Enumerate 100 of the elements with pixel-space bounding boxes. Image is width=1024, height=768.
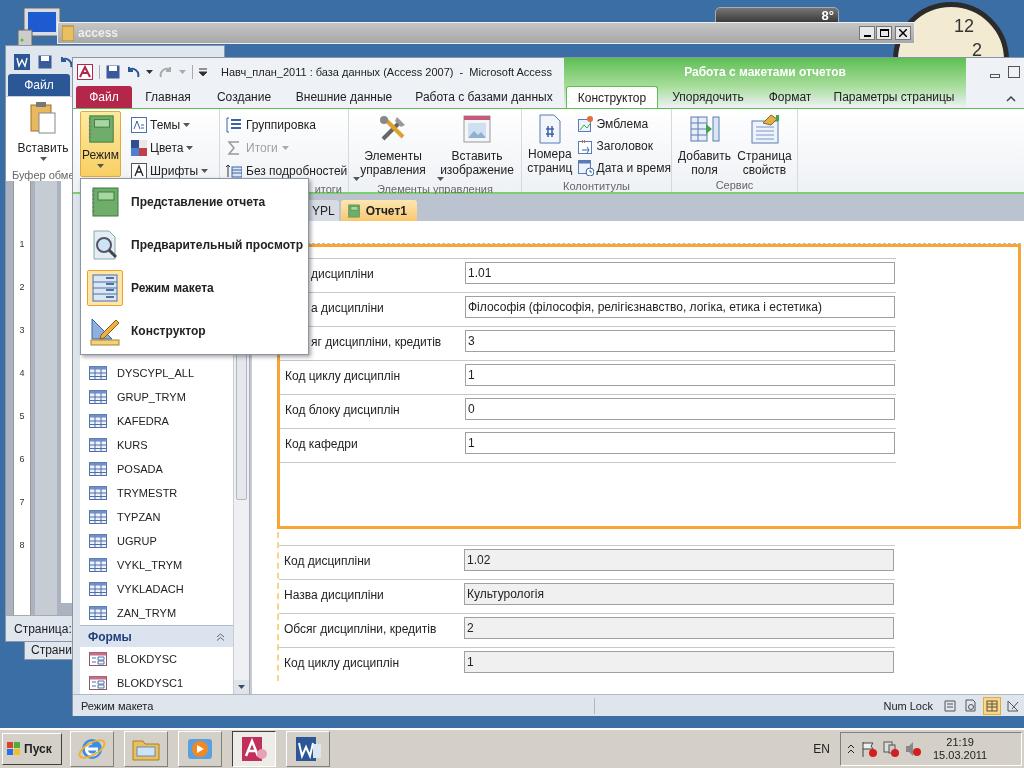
view-mode-button[interactable]: Режим [80, 111, 121, 177]
navigation-item[interactable]: ZAN_TRYM [80, 601, 233, 625]
navigation-item[interactable]: DYSCYPL_ALL [80, 361, 233, 385]
table-icon [89, 534, 107, 548]
group-header[interactable]: Формы [80, 625, 233, 647]
header-footer-button[interactable]: Эмблема [577, 113, 671, 134]
menu-item[interactable]: Представление отчета [81, 180, 308, 224]
ribbon-tab[interactable]: Работа с базами данных [404, 86, 564, 108]
window-title: Навч_план_2011 : база данных (Access 2007) - Microsoft Access [221, 64, 552, 80]
preview-view-icon [964, 699, 978, 713]
table-icon [89, 366, 107, 380]
theme-button[interactable]: Цвета [131, 137, 219, 158]
menu-item[interactable]: Предварительный просмотр [81, 223, 308, 267]
menu-item[interactable]: Конструктор [81, 309, 308, 353]
close-button[interactable] [895, 26, 911, 40]
field-label: а дисципліни [310, 300, 385, 317]
temperature-text: 8° [821, 8, 834, 24]
field-value: 1 [465, 432, 895, 454]
customize-icon [199, 68, 207, 76]
group-label: итоги [314, 182, 342, 197]
field-label: Код дисципліни [283, 553, 372, 570]
logo-icon [577, 115, 594, 132]
maximize-button[interactable] [876, 26, 892, 40]
ribbon-button[interactable]: Добавить поля [675, 113, 734, 177]
layout-view-icon [985, 699, 999, 713]
caret-icon [201, 168, 209, 173]
navigation-item[interactable]: GRUP_TRYM [80, 385, 233, 409]
document-tab[interactable]: Отчет1 [340, 200, 417, 221]
ribbon-tab[interactable]: Внешние данные [284, 86, 404, 108]
caret-icon [183, 122, 191, 127]
taskbar-app-button[interactable] [232, 731, 276, 767]
table-icon [89, 414, 107, 428]
minimize-button[interactable] [859, 26, 875, 40]
save-icon [38, 54, 52, 69]
ribbon-tab[interactable]: Упорядочить [658, 86, 758, 108]
ribbon-button[interactable]: Страница свойств [735, 113, 794, 177]
ribbon-button[interactable]: Элементы управления [353, 113, 433, 181]
field-label: Код циклу дисциплін [283, 655, 401, 672]
page-numbers-button[interactable]: Номера страниц [526, 113, 574, 178]
field-value: 2 [464, 617, 894, 639]
clipboard-icon [29, 101, 57, 135]
add-fields-icon [688, 113, 721, 145]
caret-icon [353, 177, 360, 181]
navigation-item[interactable]: VYKLADACH [80, 577, 233, 601]
navigation-item[interactable]: KURS [80, 433, 233, 457]
navigation-item[interactable]: BLOKDYSC1 [80, 671, 233, 694]
file-tab[interactable]: Файл [8, 74, 70, 96]
chevron-up-icon [847, 744, 855, 754]
ribbon-tab[interactable]: Файл [76, 86, 132, 108]
form-icon [89, 676, 107, 690]
ribbon-button[interactable]: Вставить изображение [437, 113, 517, 181]
window-title: access [78, 25, 119, 42]
navigation-item[interactable]: UGRUP [80, 529, 233, 553]
ruler-number: 3 [19, 325, 25, 337]
image-icon [461, 113, 493, 145]
navigation-item[interactable]: TRYMESTR [80, 481, 233, 505]
start-button[interactable]: Пуск [2, 733, 62, 765]
speaker-muted-icon [905, 741, 921, 757]
grouping-button[interactable]: Без подробностей [226, 160, 348, 181]
header-footer-button[interactable]: Заголовок [577, 135, 671, 156]
field-value: 0 [465, 398, 895, 420]
undo-icon [126, 66, 140, 78]
navigation-item[interactable]: BLOKDYSC [80, 647, 233, 671]
status-text: Страни [31, 643, 72, 657]
layout-icon [89, 272, 121, 305]
caret-icon [39, 157, 47, 161]
ribbon-tab[interactable]: Формат [758, 86, 822, 108]
table-icon [89, 582, 107, 596]
design-view-icon [1006, 699, 1020, 713]
caret-icon [281, 145, 289, 150]
ribbon-tab[interactable]: Параметры страницы [822, 86, 966, 108]
num-lock-indicator: Num Lock [883, 698, 933, 714]
table-icon [89, 510, 107, 524]
grouping-icon [226, 116, 242, 133]
language-indicator[interactable]: EN [813, 740, 830, 758]
ribbon-tab[interactable]: Создание [204, 86, 284, 108]
navigation-item[interactable]: TYPZAN [80, 505, 233, 529]
ruler-number: 5 [19, 411, 25, 423]
ruler-number: 7 [19, 497, 25, 509]
menu-item[interactable]: Режим макета [81, 266, 308, 310]
grouping-button[interactable]: Группировка [226, 114, 348, 135]
navigation-item[interactable]: KAFEDRA [80, 409, 233, 433]
access-logo-icon [77, 64, 93, 80]
notebook-icon [89, 185, 121, 218]
view-button[interactable] [983, 697, 1001, 715]
document-tab[interactable]: YPL [308, 200, 339, 221]
header-footer-button[interactable]: Дата и время [577, 157, 671, 178]
ribbon-tab[interactable]: Главная [132, 86, 204, 108]
caret-icon [179, 70, 186, 74]
navigation-item[interactable]: VYKL_TRYM [80, 553, 233, 577]
folder-icon [62, 25, 74, 41]
field-value: 1 [465, 364, 895, 386]
theme-button[interactable]: Темы [131, 114, 219, 135]
navigation-item[interactable]: POSADA [80, 457, 233, 481]
ribbon-tab[interactable]: Конструктор [566, 86, 658, 108]
collapse-icon [216, 632, 225, 641]
restore-button[interactable] [1008, 66, 1020, 78]
clock-time: 21:19 [946, 736, 974, 749]
redo-icon [159, 66, 173, 78]
field-value: 3 [465, 330, 895, 352]
